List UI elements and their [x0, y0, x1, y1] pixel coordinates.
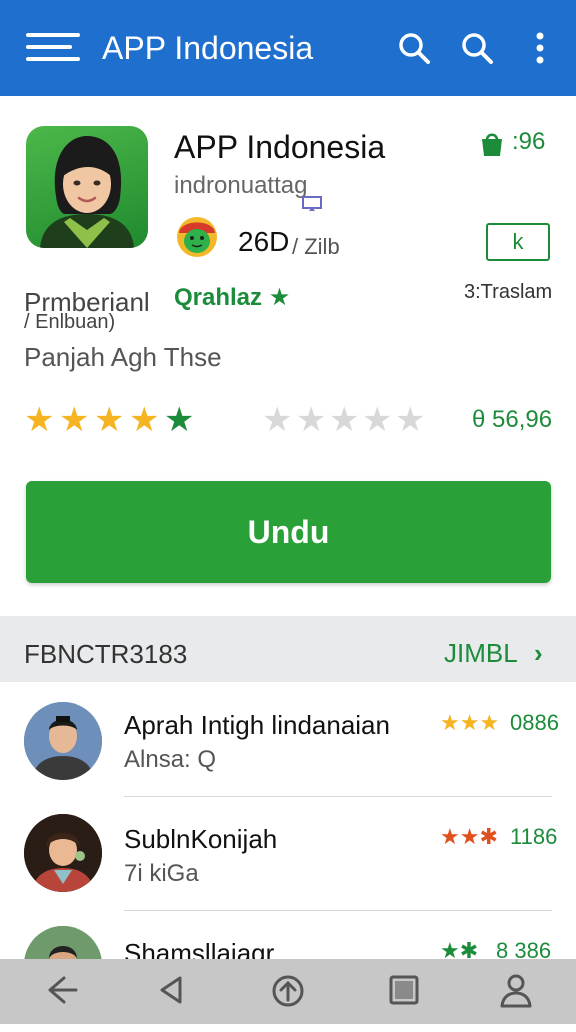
- wishlist-caption: 3:Traslam: [464, 281, 553, 303]
- list-item[interactable]: Aprah Intigh lindanaian Alnsa: Q ★★★ 088…: [0, 690, 576, 804]
- shopping-bag-icon: [478, 130, 506, 158]
- app-name: APP Indonesia: [174, 129, 386, 165]
- category-sublabel: / Enlbuan): [24, 311, 116, 333]
- app-bar-title: APP Indonesia: [102, 30, 314, 66]
- home-icon[interactable]: [268, 970, 308, 1010]
- content-rating-icon: [174, 211, 220, 259]
- search-icon[interactable]: [459, 30, 495, 66]
- star-icon: ★: [59, 401, 90, 439]
- profile-icon[interactable]: [496, 970, 536, 1010]
- see-all-label: JIMBL: [444, 638, 517, 668]
- empty-star-icon: ★: [296, 401, 327, 439]
- recents-icon[interactable]: [384, 970, 424, 1010]
- app-icon: [26, 126, 148, 248]
- list-item[interactable]: SublnKonijah 7i kiGa ★★✱ 1186: [0, 804, 576, 918]
- reviewer-name: SublnKonijah: [124, 824, 278, 854]
- see-all-link[interactable]: JIMBL ›: [444, 638, 543, 668]
- star-icon: ★: [268, 284, 291, 311]
- overflow-menu-icon[interactable]: [522, 30, 558, 66]
- reviewer-name: Aprah Intigh lindanaian: [124, 710, 390, 740]
- ratings-suffix: / Zilb: [292, 234, 340, 259]
- star-icon: ★: [94, 401, 125, 439]
- empty-star-icon: ★: [262, 401, 293, 439]
- avatar: [24, 814, 102, 892]
- star-icon: ★: [164, 401, 195, 439]
- back-arrow-icon[interactable]: [42, 970, 82, 1010]
- cast-icon: [302, 196, 322, 212]
- empty-star-icon: ★: [395, 401, 426, 439]
- star-icon: ★: [129, 401, 160, 439]
- review-score: 1186: [510, 824, 558, 849]
- triangle-back-icon[interactable]: [152, 970, 192, 1010]
- star-icon: ★: [24, 401, 55, 439]
- developer-name[interactable]: indronuattag: [174, 172, 307, 200]
- avatar: [24, 702, 102, 780]
- empty-star-icon: ★: [362, 401, 393, 439]
- wishlist-button[interactable]: k: [486, 223, 550, 261]
- tag-text: Qrahlaz: [174, 284, 263, 311]
- search-icon[interactable]: [396, 30, 432, 66]
- star-rating: ★★✱: [440, 824, 498, 849]
- install-button[interactable]: Undu: [26, 481, 551, 583]
- app-short-description: Panjah Agh Thse: [24, 342, 222, 372]
- editors-choice-tag[interactable]: Qrahlaz ★: [174, 284, 290, 312]
- star-rating: ★★★: [440, 710, 500, 735]
- review-subtitle: Alnsa: Q: [124, 746, 217, 773]
- divider: [124, 910, 552, 911]
- review-score: 0886: [510, 710, 559, 735]
- chevron-right-icon: ›: [533, 638, 543, 668]
- ratings-count: 26D: [238, 226, 290, 257]
- review-subtitle: 7i kiGa: [124, 860, 199, 887]
- divider: [124, 796, 552, 797]
- price-label: :96: [512, 128, 546, 155]
- empty-star-icon: ★: [329, 401, 360, 439]
- rating-percent: θ 56,96: [472, 406, 553, 433]
- hamburger-menu-icon[interactable]: [26, 33, 80, 63]
- reviews-section-title: FBNCTR3183: [24, 639, 188, 669]
